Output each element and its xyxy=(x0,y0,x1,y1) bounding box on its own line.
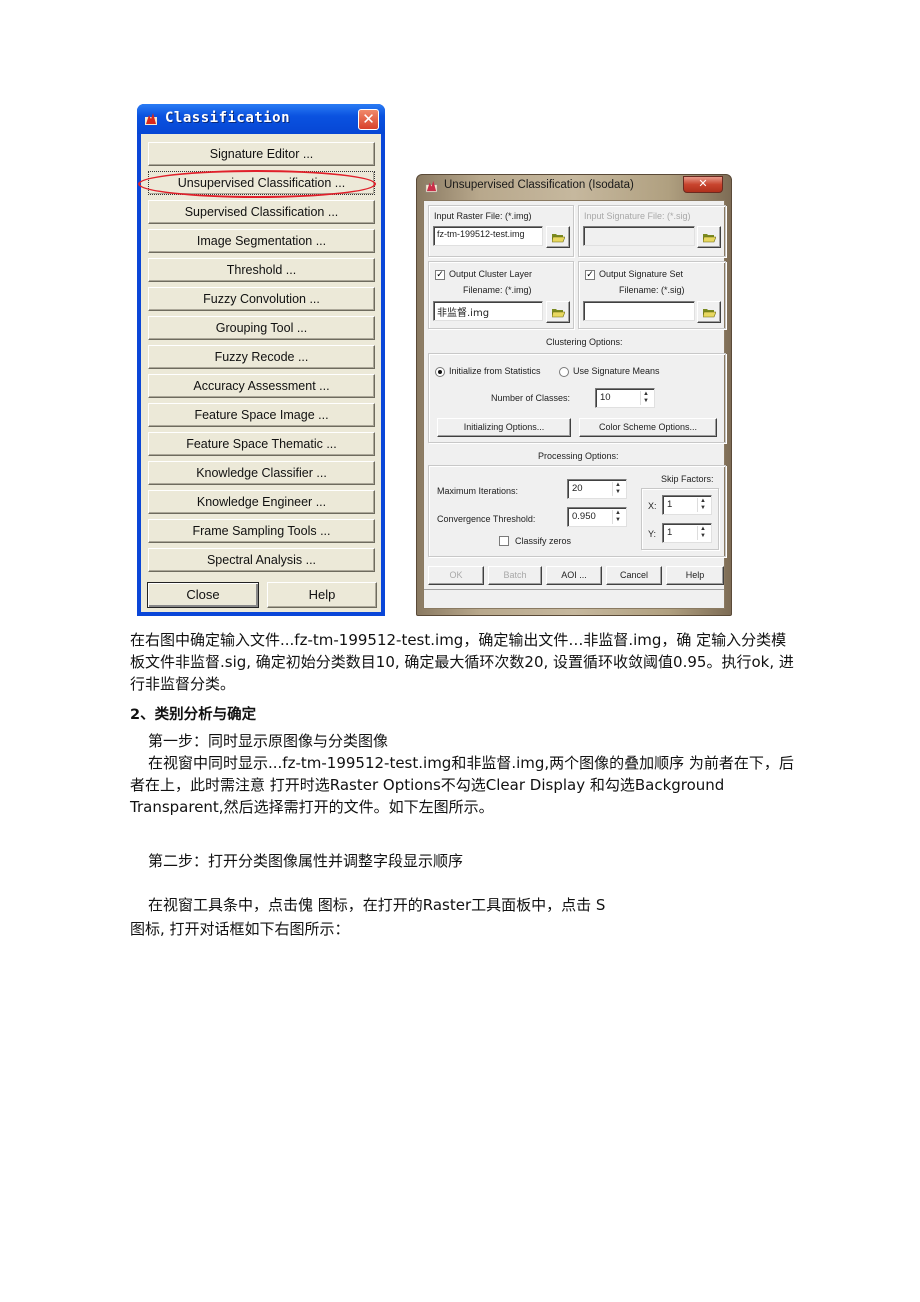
input-signature-field[interactable] xyxy=(583,226,695,246)
init-from-statistics-label: Initialize from Statistics xyxy=(449,366,541,376)
classification-title-bar[interactable]: Classification ✕ xyxy=(137,104,385,134)
feature-space-thematic-button[interactable]: Feature Space Thematic ... xyxy=(148,432,375,456)
num-classes-label: Number of Classes: xyxy=(491,393,571,403)
input-signature-browse-button[interactable] xyxy=(697,226,721,248)
input-signature-label: Input Signature File: (*.sig) xyxy=(584,211,691,221)
input-raster-browse-button[interactable] xyxy=(546,226,570,248)
signature-editor-button[interactable]: Signature Editor ... xyxy=(148,142,375,166)
num-classes-spinner[interactable]: 10 ▲ ▼ xyxy=(595,388,655,408)
cancel-button[interactable]: Cancel xyxy=(606,566,662,585)
classification-menu: Signature Editor ... Unsupervised Classi… xyxy=(141,134,381,612)
isodata-title-bar[interactable]: Unsupervised Classification (Isodata) ✕ xyxy=(417,175,731,199)
isodata-body: Input Raster File: (*.img) fz-tm-199512-… xyxy=(423,200,726,609)
output-signature-field[interactable] xyxy=(583,301,695,321)
skip-y-value: 1 xyxy=(667,527,673,538)
erdas-app-icon xyxy=(145,113,157,125)
max-iterations-label: Maximum Iterations: xyxy=(437,486,519,496)
input-raster-group: Input Raster File: (*.img) fz-tm-199512-… xyxy=(428,205,574,257)
output-cluster-label: Output Cluster Layer xyxy=(449,269,533,279)
skip-factors-group: X: 1 ▲ ▼ Y: 1 ▲ ▼ xyxy=(641,488,719,550)
aoi-button[interactable]: AOI ... xyxy=(546,566,602,585)
color-scheme-options-button[interactable]: Color Scheme Options... xyxy=(579,418,717,437)
initializing-options-button[interactable]: Initializing Options... xyxy=(437,418,571,437)
classification-title: Classification xyxy=(165,110,291,126)
status-divider xyxy=(424,589,724,590)
spectral-analysis-button[interactable]: Spectral Analysis ... xyxy=(148,548,375,572)
spinner-arrows-icon[interactable]: ▲ ▼ xyxy=(612,482,623,496)
close-icon[interactable]: ✕ xyxy=(358,109,379,130)
spinner-arrows-icon[interactable]: ▲ ▼ xyxy=(697,526,708,540)
step2-title: 第二步：打开分类图像属性并调整字段显示顺序 xyxy=(148,852,464,870)
input-raster-label: Input Raster File: (*.img) xyxy=(434,211,532,221)
skip-x-value: 1 xyxy=(667,499,673,510)
isodata-dialog: Unsupervised Classification (Isodata) ✕ … xyxy=(416,174,732,616)
ok-button[interactable]: OK xyxy=(428,566,484,585)
threshold-button[interactable]: Threshold ... xyxy=(148,258,375,282)
step1-title: 第一步：同时显示原图像与分类图像 xyxy=(148,732,389,750)
processing-options-group: Maximum Iterations: 20 ▲ ▼ Convergence Th… xyxy=(428,465,726,557)
output-cluster-filename-label: Filename: (*.img) xyxy=(463,285,532,295)
knowledge-classifier-button[interactable]: Knowledge Classifier ... xyxy=(148,461,375,485)
convergence-threshold-label: Convergence Threshold: xyxy=(437,514,536,524)
skip-x-spinner[interactable]: 1 ▲ ▼ xyxy=(662,495,712,515)
folder-open-icon xyxy=(552,309,565,318)
max-iterations-value: 20 xyxy=(572,483,583,494)
grouping-tool-button[interactable]: Grouping Tool ... xyxy=(148,316,375,340)
skip-y-spinner[interactable]: 1 ▲ ▼ xyxy=(662,523,712,543)
init-from-statistics-radio[interactable] xyxy=(435,367,445,377)
batch-button[interactable]: Batch xyxy=(488,566,542,585)
clustering-options-group: Initialize from Statistics Use Signature… xyxy=(428,353,726,443)
input-signature-group: Input Signature File: (*.sig) xyxy=(578,205,726,257)
fuzzy-recode-button[interactable]: Fuzzy Recode ... xyxy=(148,345,375,369)
help-button[interactable]: Help xyxy=(666,566,724,585)
erdas-app-icon xyxy=(425,180,438,193)
close-button[interactable]: Close xyxy=(147,582,259,608)
use-signature-means-radio[interactable] xyxy=(559,367,569,377)
output-signature-checkbox[interactable]: ✓ xyxy=(585,270,595,280)
convergence-threshold-value: 0.950 xyxy=(572,511,596,522)
accuracy-assessment-button[interactable]: Accuracy Assessment ... xyxy=(148,374,375,398)
step1-body: 在视窗中同时显示...fz-tm-199512-test.img和非监督.img… xyxy=(130,754,794,816)
convergence-threshold-spinner[interactable]: 0.950 ▲ ▼ xyxy=(567,507,627,527)
output-signature-filename-label: Filename: (*.sig) xyxy=(619,285,685,295)
max-iterations-spinner[interactable]: 20 ▲ ▼ xyxy=(567,479,627,499)
step2-body: 在视窗工具条中，点击傀 图标，在打开的Raster工具面板中，点击 S xyxy=(148,896,606,914)
folder-open-icon xyxy=(552,234,565,243)
output-signature-label: Output Signature Set xyxy=(599,269,684,279)
step2-body-continued: 图标, 打开对话框如下右图所示： xyxy=(130,920,350,938)
spinner-arrows-icon[interactable]: ▲ ▼ xyxy=(612,510,623,524)
folder-open-icon xyxy=(703,234,716,243)
highlight-ellipse xyxy=(138,170,376,198)
use-signature-means-label: Use Signature Means xyxy=(573,366,660,376)
spinner-arrows-icon[interactable]: ▲ ▼ xyxy=(640,391,651,405)
folder-open-icon xyxy=(703,309,716,318)
help-button[interactable]: Help xyxy=(267,582,377,608)
output-signature-group: ✓ Output Signature Set Filename: (*.sig) xyxy=(578,261,726,329)
skip-x-label: X: xyxy=(648,501,657,511)
frame-sampling-tools-button[interactable]: Frame Sampling Tools ... xyxy=(148,519,375,543)
classify-zeros-checkbox[interactable] xyxy=(499,536,509,546)
processing-options-label: Processing Options: xyxy=(538,451,619,461)
isodata-title: Unsupervised Classification (Isodata) xyxy=(444,179,634,191)
output-cluster-checkbox[interactable]: ✓ xyxy=(435,270,445,280)
spinner-arrows-icon[interactable]: ▲ ▼ xyxy=(697,498,708,512)
feature-space-image-button[interactable]: Feature Space Image ... xyxy=(148,403,375,427)
output-cluster-browse-button[interactable] xyxy=(546,301,570,323)
input-raster-field[interactable]: fz-tm-199512-test.img xyxy=(433,226,543,246)
section-heading-2: 2、类别分析与确定 xyxy=(130,707,257,723)
fuzzy-convolution-button[interactable]: Fuzzy Convolution ... xyxy=(148,287,375,311)
classify-zeros-label: Classify zeros xyxy=(515,536,572,546)
output-cluster-field[interactable]: 非监督.img xyxy=(433,301,543,321)
output-signature-browse-button[interactable] xyxy=(697,301,721,323)
clustering-options-label: Clustering Options: xyxy=(546,337,623,347)
close-icon[interactable]: ✕ xyxy=(683,176,723,193)
supervised-classification-button[interactable]: Supervised Classification ... xyxy=(148,200,375,224)
skip-factors-label: Skip Factors: xyxy=(661,474,714,484)
skip-y-label: Y: xyxy=(648,529,657,539)
knowledge-engineer-button[interactable]: Knowledge Engineer ... xyxy=(148,490,375,514)
output-cluster-group: ✓ Output Cluster Layer Filename: (*.img)… xyxy=(428,261,574,329)
image-segmentation-button[interactable]: Image Segmentation ... xyxy=(148,229,375,253)
num-classes-value: 10 xyxy=(600,392,611,403)
paragraph-1: 在右图中确定输入文件...fz-tm-199512-test.img，确定输出文… xyxy=(130,631,794,693)
